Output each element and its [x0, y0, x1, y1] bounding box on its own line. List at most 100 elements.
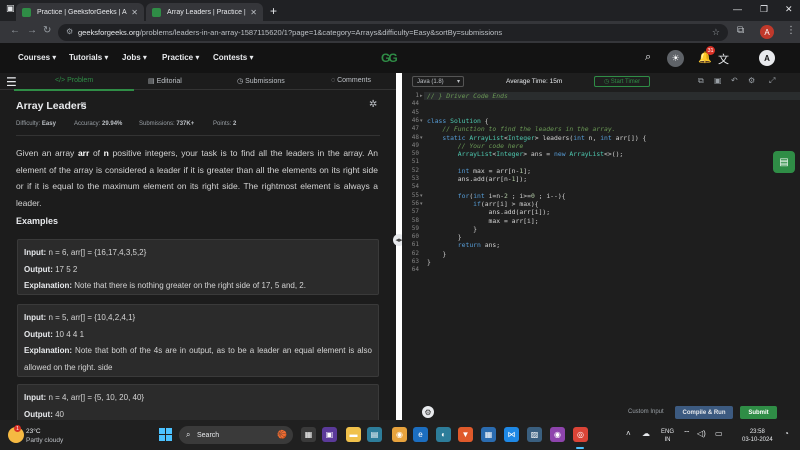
maximize-icon[interactable]: ❐ [760, 4, 768, 15]
teams-icon[interactable]: ▣ [322, 427, 337, 442]
copy-icon[interactable]: ⧉ [698, 76, 704, 86]
wifi-icon[interactable]: ⌔ [683, 429, 691, 439]
nav-courses[interactable]: Courses ▾ [18, 53, 56, 62]
editor-settings-icon[interactable]: ⚙ [422, 406, 434, 418]
undo-icon[interactable]: ↶ [731, 76, 738, 85]
line-number: 63 [411, 258, 419, 265]
search-icon[interactable]: ⌕ [645, 51, 651, 64]
bookmark-star-icon[interactable]: ☆ [712, 27, 720, 38]
tab-problem[interactable]: </> Problem [55, 77, 93, 84]
file-explorer-icon[interactable]: ▬ [346, 427, 361, 442]
code-line[interactable]: // } Driver Code Ends [427, 92, 508, 100]
browser-tab-practice[interactable]: Practice | GeeksforGeeks | A co ✕ [16, 3, 144, 21]
code-line[interactable]: for(int i=n-2 ; i>=0 ; i--){ [427, 192, 566, 200]
line-number: 51 [411, 158, 419, 166]
minimize-icon[interactable]: — [733, 4, 742, 14]
chrome-icon[interactable]: ◎ [573, 427, 588, 442]
fold-toggle-icon[interactable]: ▾ [420, 117, 423, 125]
example-output: Output: 40 [24, 407, 372, 421]
reset-icon[interactable]: ▣ [714, 76, 722, 85]
avatar[interactable]: A [759, 50, 775, 66]
code-line[interactable]: int max = arr[n-1]; [427, 167, 531, 175]
code-line[interactable]: if(arr[i] > max){ [427, 200, 538, 208]
app-icon[interactable]: ◐ [436, 427, 451, 442]
code-line[interactable]: ans.add(arr[n-1]); [427, 175, 527, 183]
brave-icon[interactable]: ▼ [458, 427, 473, 442]
code-line[interactable]: ArrayList<Integer> ans = new ArrayList<>… [427, 150, 624, 158]
weather-description[interactable]: Partly cloudy [26, 437, 63, 444]
submit-button[interactable]: Submit [740, 406, 777, 419]
code-line[interactable]: ans.add(arr[i]); [427, 208, 551, 216]
example-input: Input: n = 5, arr[] = {10,4,2,4,1} [24, 310, 372, 327]
browser-profile-icon[interactable]: A [760, 25, 774, 39]
code-line[interactable]: // Function to find the leaders in the a… [427, 125, 615, 133]
fullscreen-icon[interactable]: ⤢ [769, 76, 775, 86]
translate-icon[interactable]: 文 [718, 51, 729, 67]
code-line[interactable]: } [427, 250, 446, 258]
site-info-icon[interactable]: ⚙ [66, 27, 73, 36]
code-line[interactable]: } [427, 225, 477, 233]
task-view-icon[interactable]: ▦ [301, 427, 316, 442]
theme-toggle-icon[interactable]: ☀ [667, 50, 684, 67]
store-icon[interactable]: ▤ [367, 427, 382, 442]
nav-contests[interactable]: Contests ▾ [213, 53, 253, 62]
back-icon[interactable]: ← [10, 25, 20, 36]
fold-toggle-icon[interactable]: ▾ [420, 192, 423, 200]
tab-submissions[interactable]: ◷ Submissions [237, 77, 285, 85]
language-indicator[interactable]: ENG IN [661, 428, 674, 444]
windows-start-icon[interactable] [159, 428, 172, 441]
code-line[interactable]: } [427, 258, 431, 266]
code-line[interactable]: return ans; [427, 241, 500, 249]
app-icon[interactable]: ◉ [392, 427, 407, 442]
vscode-icon[interactable]: ⋈ [504, 427, 519, 442]
code-line[interactable]: class Solution { [427, 117, 489, 125]
nav-tutorials[interactable]: Tutorials ▾ [69, 53, 108, 62]
tab-comments[interactable]: ◌ Comments [331, 77, 371, 84]
window-close-icon[interactable]: ✕ [785, 4, 793, 15]
browser-tab-array-leaders[interactable]: Array Leaders | Practice | Geeks ✕ [146, 3, 263, 21]
tab-editorial[interactable]: ▤ Editorial [148, 77, 182, 85]
photos-icon[interactable]: ▨ [527, 427, 542, 442]
code-line[interactable]: // Your code here [427, 142, 523, 150]
nav-jobs[interactable]: Jobs ▾ [122, 53, 147, 62]
edge-icon[interactable]: e [413, 427, 428, 442]
calculator-icon[interactable]: ▦ [481, 427, 496, 442]
weather-temperature[interactable]: 23°C [26, 428, 41, 435]
code-editor[interactable]: 1 ▸// } Driver Code Ends 44 45 46 ▾ class Solu… [402, 92, 800, 402]
battery-icon[interactable]: ▭ [715, 429, 723, 438]
settings-icon[interactable]: ⚙ [748, 76, 755, 85]
close-tab-icon[interactable]: ✕ [131, 8, 138, 17]
forward-icon[interactable]: → [27, 25, 37, 36]
tab-search-icon[interactable]: ▣ [6, 3, 15, 14]
volume-icon[interactable]: ◁) [697, 429, 706, 438]
gfg-logo[interactable]: GG [381, 51, 413, 65]
chevron-up-icon[interactable]: ˄ [626, 429, 631, 438]
compile-run-button[interactable]: Compile & Run [675, 406, 733, 419]
bookmark-icon[interactable]: ⌑ [81, 100, 86, 111]
chat-fab-icon[interactable]: ▤ [773, 151, 795, 173]
code-line[interactable]: } [427, 233, 462, 241]
url-input[interactable]: ⚙ geeksforgeeks.org/problems/leaders-in-… [58, 24, 728, 41]
code-line[interactable]: static ArrayList<Integer> leaders(int n,… [427, 134, 646, 142]
cloud-icon[interactable]: ☁ [642, 429, 650, 438]
line-number: 59 [411, 224, 419, 232]
code-line[interactable]: max = arr[i]; [427, 217, 539, 225]
fold-toggle-icon[interactable]: ▸ [420, 92, 423, 100]
language-select[interactable]: Java (1.8) ▾ [412, 76, 464, 87]
close-tab-icon[interactable]: ✕ [250, 8, 257, 17]
start-timer-button[interactable]: ◷ Start Timer [594, 76, 650, 87]
taskbar-search[interactable]: ⌕ Search 🏀 [179, 426, 293, 444]
reload-icon[interactable]: ↻ [43, 25, 51, 36]
taskbar-clock[interactable]: 23:58 03-10-2024 [742, 428, 773, 444]
new-tab-icon[interactable]: + [270, 4, 277, 18]
nav-practice[interactable]: Practice ▾ [162, 53, 199, 62]
extensions-icon[interactable]: ⧉ [737, 25, 744, 36]
hamburger-menu-icon[interactable]: ☰ [6, 75, 17, 89]
custom-input-toggle[interactable]: Custom Input [628, 409, 664, 415]
fold-toggle-icon[interactable]: ▾ [420, 134, 423, 142]
report-bug-icon[interactable]: ✲ [369, 99, 377, 110]
fold-toggle-icon[interactable]: ▾ [420, 200, 423, 208]
browser-menu-icon[interactable]: ⋮ [786, 25, 796, 36]
notifications-icon[interactable]: ◔ [784, 429, 789, 438]
app-icon[interactable]: ◉ [550, 427, 565, 442]
